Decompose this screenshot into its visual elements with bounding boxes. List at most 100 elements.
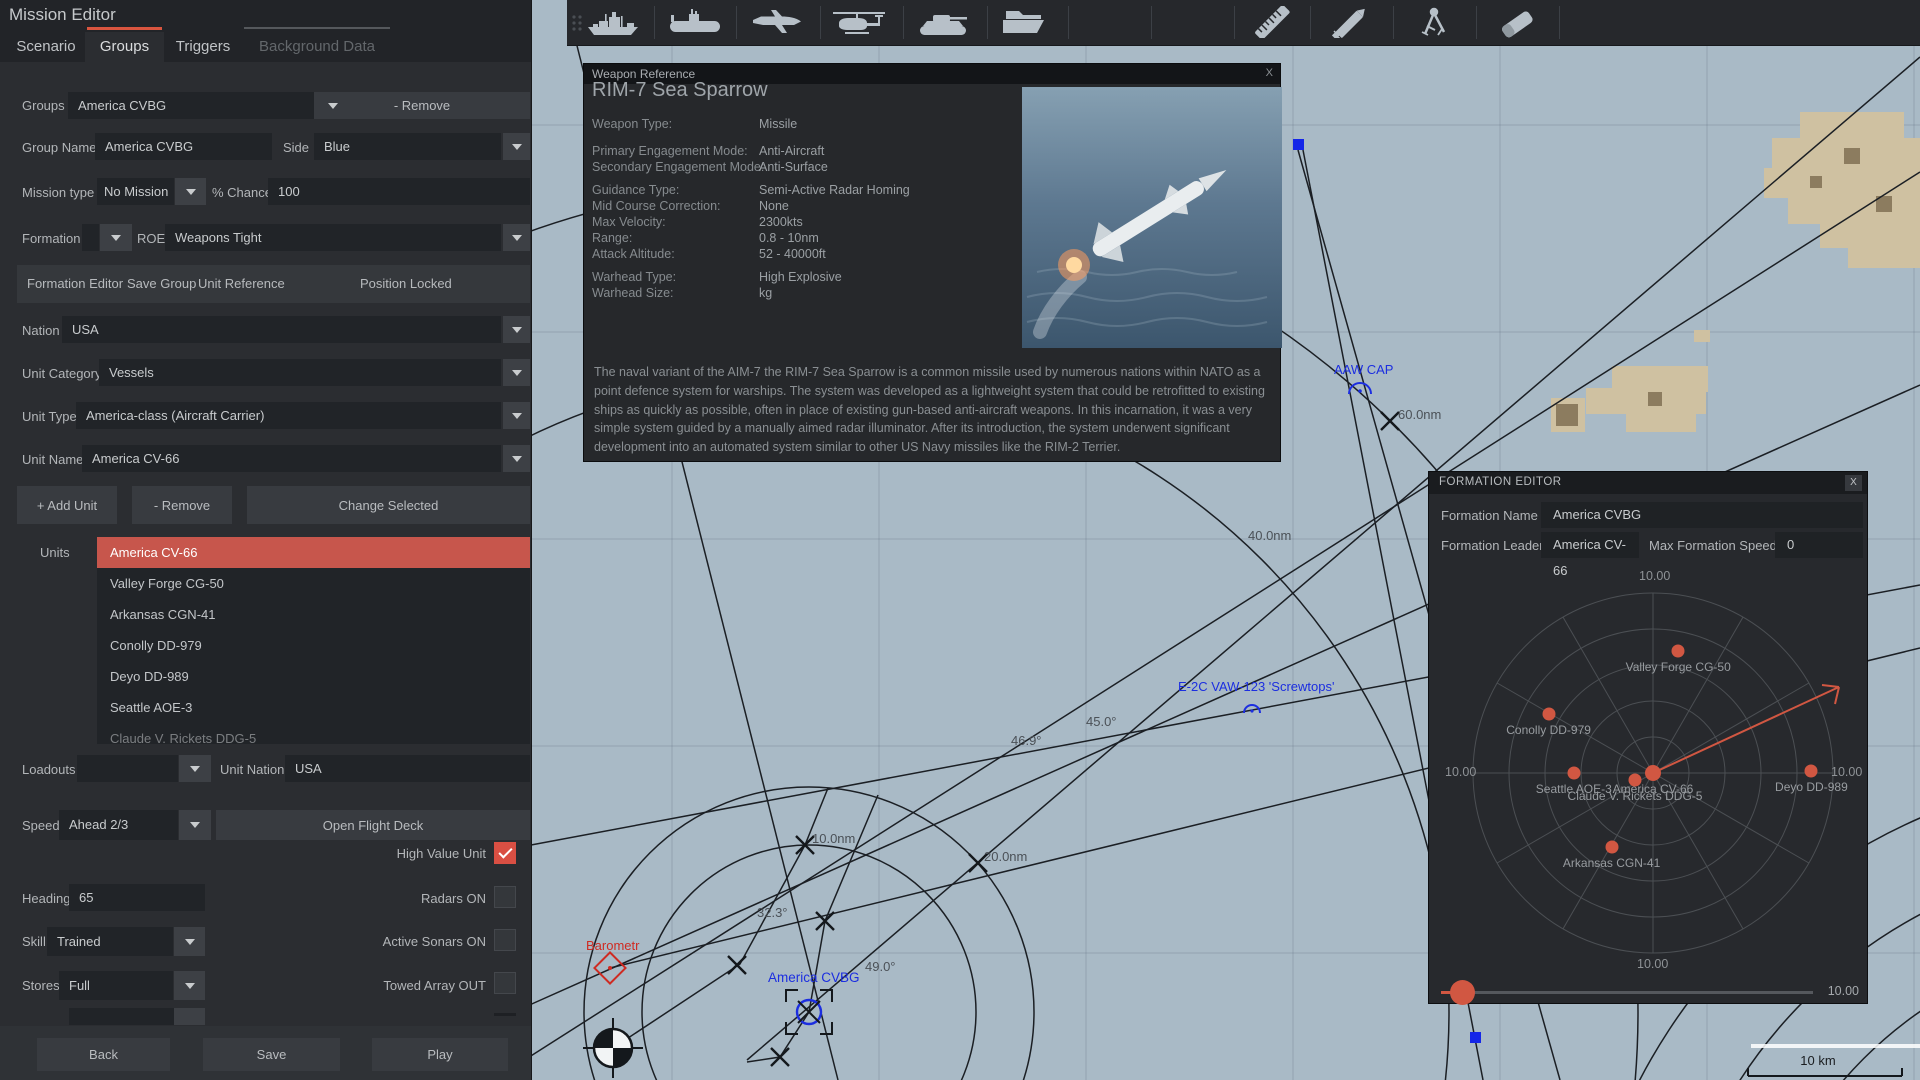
add-unit-button[interactable]: + Add Unit xyxy=(17,486,117,524)
submarine-icon[interactable] xyxy=(667,5,723,39)
open-flight-deck-button[interactable]: Open Flight Deck xyxy=(216,810,530,840)
radars-on-checkbox[interactable] xyxy=(494,886,516,908)
mission-type-select[interactable]: No Mission xyxy=(97,178,174,205)
aaw-cap-symbol[interactable] xyxy=(1348,382,1372,395)
formation-select[interactable] xyxy=(82,224,99,251)
contact-label-e2c[interactable]: E-2C VAW-123 'Screwtops' xyxy=(1178,679,1334,694)
groups-remove-button[interactable]: - Remove xyxy=(314,92,530,119)
stores-dropdown-button[interactable] xyxy=(174,971,205,1000)
change-selected-button[interactable]: Change Selected xyxy=(247,486,530,524)
helicopter-icon[interactable] xyxy=(831,5,887,39)
high-value-unit-checkbox[interactable] xyxy=(494,842,516,864)
list-item-unit[interactable]: America CV-66 xyxy=(97,537,530,568)
unit-type-dropdown-button[interactable] xyxy=(503,402,530,429)
speed-select[interactable]: Ahead 2/3 xyxy=(59,810,178,840)
tank-icon[interactable] xyxy=(915,5,971,39)
bearing-label-323: 32.3° xyxy=(757,905,788,920)
spec-label: Attack Altitude: xyxy=(592,247,675,261)
unit-name-dropdown-button[interactable] xyxy=(503,445,530,472)
folder-icon[interactable] xyxy=(997,5,1053,39)
unit-reference-button[interactable]: Unit Reference xyxy=(198,265,285,303)
skill-select[interactable]: Trained xyxy=(47,927,173,956)
list-item-unit[interactable]: Deyo DD-989 xyxy=(97,661,530,692)
loadouts-dropdown-button[interactable] xyxy=(179,755,211,782)
group-name-label: Group Name xyxy=(22,140,97,155)
tab-scenario[interactable]: Scenario xyxy=(10,32,82,62)
groups-remove-label: - Remove xyxy=(393,98,451,113)
unit-type-select[interactable]: America-class (Aircraft Carrier) xyxy=(76,402,501,429)
close-icon[interactable]: X xyxy=(1266,67,1273,79)
back-button[interactable]: Back xyxy=(37,1038,170,1071)
loadouts-select[interactable] xyxy=(77,755,178,782)
contact-label-cvbg[interactable]: America CVBG xyxy=(768,970,860,985)
stores-select[interactable]: Full xyxy=(59,971,173,1000)
side-select[interactable]: Blue xyxy=(314,133,501,160)
unit-name-select[interactable]: America CV-66 xyxy=(82,445,501,472)
groups-select[interactable]: America CVBG xyxy=(68,92,314,119)
formation-dropd own-button[interactable] xyxy=(100,224,132,251)
units-list: America CV-66 Valley Forge CG-50 Arkansa… xyxy=(97,537,530,744)
drag-handle-icon[interactable] xyxy=(571,14,583,32)
clipped-dropdown-button[interactable] xyxy=(174,1008,205,1025)
contact-label-barometr[interactable]: Barometr xyxy=(586,938,639,953)
roe-dropdown-button[interactable] xyxy=(503,224,530,251)
formation-polar-chart[interactable] xyxy=(1429,472,1869,1005)
waypoint-square-top[interactable] xyxy=(1293,139,1304,150)
zoom-slider-track[interactable] xyxy=(1441,991,1813,994)
position-locked-label[interactable]: Position Locked xyxy=(360,265,452,303)
towed-array-label: Towed Array OUT xyxy=(383,978,486,993)
remove-unit-button[interactable]: - Remove xyxy=(132,486,232,524)
active-sonars-checkbox[interactable] xyxy=(494,929,516,951)
list-item-unit[interactable]: Conolly DD-979 xyxy=(97,630,530,661)
nation-select[interactable]: USA xyxy=(62,316,501,343)
speed-dropdown-button[interactable] xyxy=(179,810,211,840)
towed-array-checkbox[interactable] xyxy=(494,972,516,994)
save-group-button[interactable]: Save Group xyxy=(127,265,196,303)
side-dropdown-button[interactable] xyxy=(503,133,530,160)
clipped-checkbox xyxy=(494,1013,516,1016)
group-actions-strip: Formation Editor Save Group Unit Referen… xyxy=(17,265,530,303)
mission-type-dropdown-button[interactable] xyxy=(175,178,206,205)
aircraft-icon[interactable] xyxy=(749,5,805,39)
loadouts-label: Loadouts xyxy=(22,762,76,777)
tab-groups[interactable]: Groups xyxy=(85,32,164,62)
zoom-slider-handle[interactable] xyxy=(1450,980,1475,1005)
nation-dropdown-button[interactable] xyxy=(503,316,530,343)
unit-nation-select[interactable]: USA xyxy=(285,755,530,782)
pencil-icon[interactable] xyxy=(1323,5,1379,39)
waypoint-square-bottom[interactable] xyxy=(1470,1032,1481,1043)
weapon-reference-window: Weapon Reference X RIM-7 Sea Sparrow Wea… xyxy=(583,63,1282,462)
formation-editor-window: FORMATION EDITOR X Formation Name Americ… xyxy=(1428,471,1869,1005)
roe-select[interactable]: Weapons Tight xyxy=(165,224,501,251)
skill-dropdown-button[interactable] xyxy=(174,927,205,956)
unit-category-dropdown-button[interactable] xyxy=(503,359,530,386)
formation-heading-arrow xyxy=(1652,684,1840,774)
waypoint-x-marks[interactable] xyxy=(727,411,1400,1067)
zoom-slider-value: 10.00 xyxy=(1827,984,1859,998)
island-archipelago xyxy=(1551,112,1920,432)
play-button[interactable]: Play xyxy=(372,1038,508,1071)
list-item-unit[interactable]: Seattle AOE-3 xyxy=(97,692,530,723)
group-name-field[interactable]: America CVBG xyxy=(95,133,272,160)
compass-icon[interactable] xyxy=(1406,5,1462,39)
chance-field[interactable]: 100 xyxy=(268,178,530,205)
spec-value: High Explosive xyxy=(759,270,842,284)
contact-label-aaw-cap[interactable]: AAW CAP xyxy=(1334,362,1393,377)
barometr-symbol[interactable] xyxy=(593,951,627,985)
bearing-label-469: 46.9° xyxy=(1011,733,1042,748)
list-item-unit[interactable]: Arkansas CGN-41 xyxy=(97,599,530,630)
formation-editor-button[interactable]: Formation Editor xyxy=(27,265,123,303)
weapon-photo xyxy=(1022,87,1282,348)
ruler-icon[interactable] xyxy=(1244,5,1300,39)
eraser-icon[interactable] xyxy=(1489,5,1545,39)
unit-category-select[interactable]: Vessels xyxy=(99,359,501,386)
tab-background-data[interactable]: Background Data xyxy=(248,32,386,62)
heading-field[interactable]: 65 xyxy=(69,884,205,911)
list-item-unit[interactable]: Valley Forge CG-50 xyxy=(97,568,530,599)
list-item-unit[interactable]: Claude V. Rickets DDG-5 xyxy=(97,723,530,744)
warship-icon[interactable] xyxy=(585,5,641,39)
weapon-specs: Weapon Type: Missile Primary Engagement M… xyxy=(592,116,1017,301)
chevron-down-icon[interactable] xyxy=(328,103,338,109)
tab-triggers[interactable]: Triggers xyxy=(172,32,234,62)
save-button[interactable]: Save xyxy=(203,1038,340,1071)
